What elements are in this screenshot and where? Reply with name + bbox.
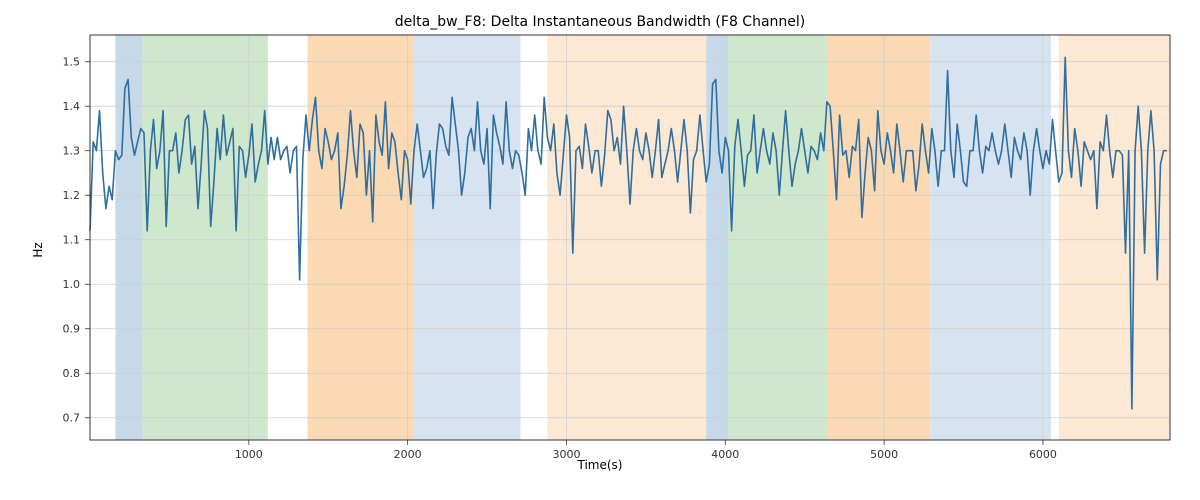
y-axis-label: Hz — [31, 242, 45, 257]
x-axis-label: Time(s) — [0, 458, 1200, 472]
y-tick-label: 1.4 — [63, 100, 81, 113]
y-tick-label: 1.0 — [63, 278, 81, 291]
y-tick-label: 1.5 — [63, 56, 81, 69]
chart-band — [414, 35, 520, 440]
y-tick-label: 0.9 — [63, 323, 81, 336]
y-tick-label: 0.7 — [63, 412, 81, 425]
y-tick-label: 0.8 — [63, 367, 81, 380]
chart-band — [547, 35, 706, 440]
line-chart: 0.70.80.91.01.11.21.31.41.51000200030004… — [0, 0, 1200, 500]
y-tick-label: 1.2 — [63, 189, 81, 202]
y-tick-label: 1.3 — [63, 145, 81, 158]
chart-title: delta_bw_F8: Delta Instantaneous Bandwid… — [0, 14, 1200, 30]
y-tick-label: 1.1 — [63, 234, 81, 247]
chart-band — [1059, 35, 1170, 440]
chart-band — [827, 35, 930, 440]
chart-band — [308, 35, 414, 440]
chart-band — [728, 35, 826, 440]
